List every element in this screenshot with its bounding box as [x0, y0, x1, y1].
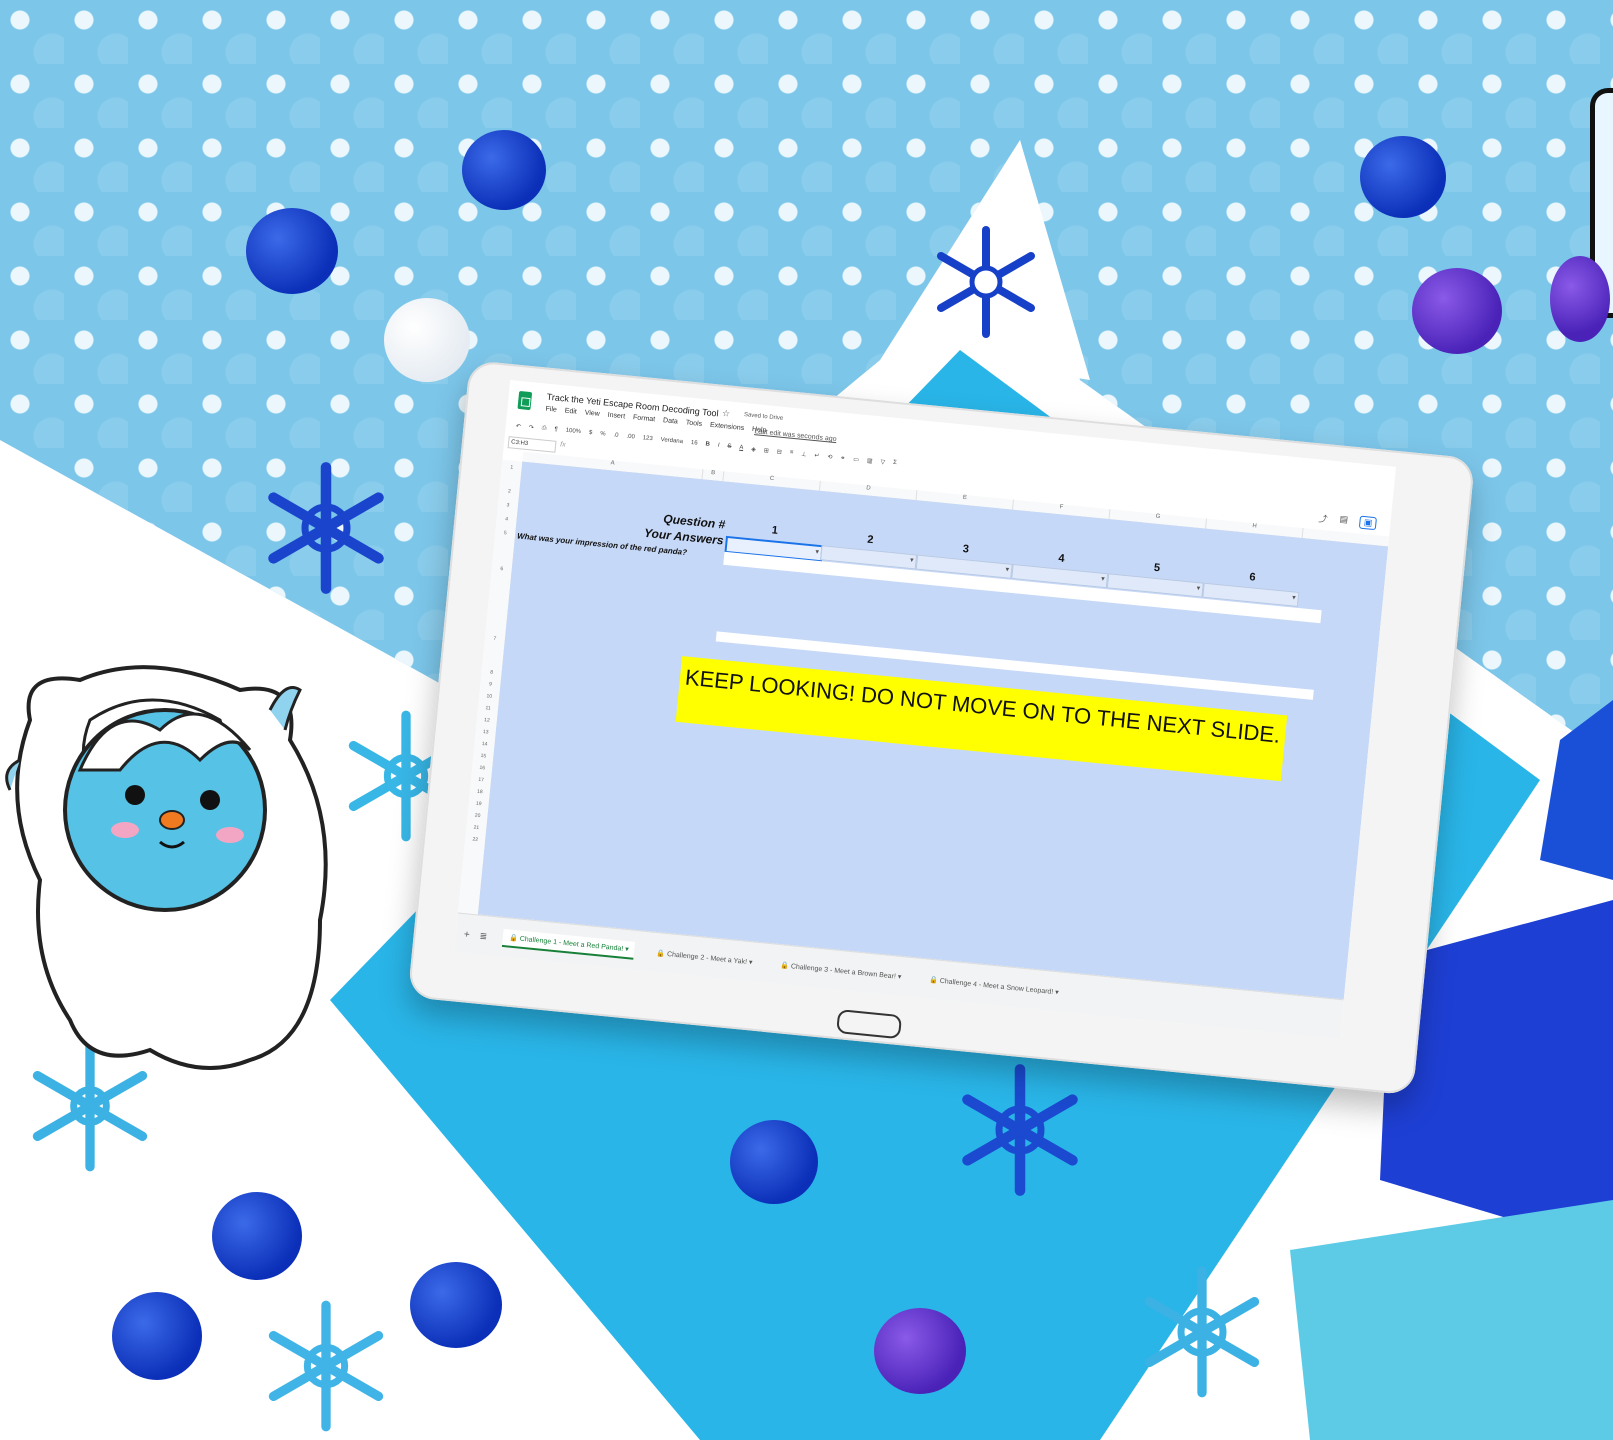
blue-pompom: [1360, 136, 1446, 218]
italic-button[interactable]: I: [717, 443, 719, 449]
align-icon[interactable]: ≡: [790, 450, 794, 456]
redo-icon[interactable]: ↷: [528, 424, 534, 431]
functions-button[interactable]: Σ: [893, 460, 897, 466]
number-format-button[interactable]: 123: [642, 435, 653, 442]
yeti-sticker-icon: [5, 665, 328, 1070]
text-color-button[interactable]: A: [739, 445, 744, 451]
blue-pompom: [730, 1120, 818, 1204]
star-icon[interactable]: ☆: [721, 408, 731, 420]
purple-pompom: [1550, 256, 1610, 342]
menu-extensions[interactable]: Extensions: [710, 422, 745, 432]
undo-icon[interactable]: ↶: [515, 422, 521, 429]
fx-label: fx: [559, 441, 566, 449]
zoom-select[interactable]: 100%: [565, 428, 581, 435]
saved-status: Saved to Drive: [743, 412, 784, 422]
glitter-snowflake-icon: [268, 462, 384, 594]
tab-label: Challenge 2 - Meet a Yak!: [666, 951, 748, 966]
print-icon[interactable]: ⎙: [541, 425, 546, 432]
row-header[interactable]: 4: [496, 515, 516, 523]
purple-pompom: [1412, 268, 1502, 354]
glitter-snowflake-icon: [937, 226, 1035, 338]
row-header[interactable]: 1: [501, 464, 521, 472]
tab-label: Challenge 1 - Meet a Red Panda!: [519, 935, 624, 953]
purple-pompom: [874, 1308, 966, 1394]
rotate-icon[interactable]: ⟲: [827, 453, 833, 460]
currency-button[interactable]: $: [589, 430, 593, 436]
last-edit-link[interactable]: Last edit was seconds ago: [754, 428, 837, 443]
comment-icon[interactable]: ▭: [853, 455, 859, 463]
link-icon[interactable]: ⚭: [840, 454, 846, 461]
blue-pompom: [112, 1292, 202, 1380]
row-header[interactable]: 2: [499, 488, 519, 496]
percent-button[interactable]: %: [600, 431, 606, 437]
row-header[interactable]: 10: [479, 693, 499, 701]
tab-challenge-4[interactable]: 🔒 Challenge 4 - Meet a Snow Leopard! ▾: [922, 971, 1065, 1001]
menu-insert[interactable]: Insert: [607, 412, 625, 421]
activity-icon[interactable]: ⤴: [1318, 512, 1328, 526]
row-header[interactable]: 8: [481, 669, 501, 677]
row-header[interactable]: 16: [472, 764, 492, 772]
menu-format[interactable]: Format: [633, 414, 656, 423]
tab-challenge-2[interactable]: 🔒 Challenge 2 - Meet a Yak! ▾: [650, 944, 759, 971]
white-pompom: [384, 298, 470, 382]
row-header[interactable]: 18: [470, 788, 490, 796]
filter-icon[interactable]: ▽: [880, 458, 885, 465]
blue-pompom: [212, 1192, 302, 1280]
menu-view[interactable]: View: [584, 409, 600, 417]
row-header[interactable]: 11: [478, 704, 498, 712]
all-sheets-icon[interactable]: ≣: [479, 930, 487, 942]
blue-pompom: [462, 130, 546, 210]
tab-label: Challenge 3 - Meet a Brown Bear!: [790, 963, 897, 981]
paint-format-icon[interactable]: ¶: [554, 427, 558, 433]
present-icon[interactable]: ▣: [1359, 515, 1377, 531]
menu-tools[interactable]: Tools: [685, 419, 702, 428]
row-header[interactable]: 6: [492, 565, 512, 573]
borders-icon[interactable]: ⊞: [764, 447, 770, 454]
row-header[interactable]: 13: [475, 728, 495, 736]
tablet-screen: Track the Yeti Escape Room Decoding Tool…: [454, 380, 1396, 1040]
sheet-grid[interactable]: Question # Your Answers 1 2 3 4 5 6 What…: [477, 461, 1389, 1000]
font-size-select[interactable]: 16: [691, 440, 698, 447]
row-header[interactable]: 12: [477, 716, 497, 724]
blue-pompom: [246, 208, 338, 294]
row-header[interactable]: 14: [474, 740, 494, 748]
glitter-snowflake-icon: [268, 1300, 384, 1432]
add-sheet-icon[interactable]: +: [463, 929, 470, 941]
row-header[interactable]: 7: [485, 635, 505, 643]
strikethrough-button[interactable]: S: [727, 444, 732, 450]
increase-decimal-button[interactable]: .00: [626, 434, 635, 441]
comments-icon[interactable]: ▤: [1339, 514, 1348, 528]
row-header[interactable]: 19: [468, 800, 488, 808]
glitter-snowflake-icon: [1144, 1266, 1260, 1398]
home-button[interactable]: [836, 1009, 903, 1040]
feedback-banner: KEEP LOOKING! DO NOT MOVE ON TO THE NEXT…: [675, 656, 1288, 782]
merge-cells-icon[interactable]: ⊟: [776, 448, 782, 455]
chart-icon[interactable]: ▥: [867, 457, 873, 465]
name-box[interactable]: C3:H3: [507, 436, 557, 453]
row-header[interactable]: 3: [498, 501, 518, 509]
tab-label: Challenge 4 - Meet a Snow Leopard!: [939, 977, 1054, 996]
row-header[interactable]: 5: [495, 529, 515, 537]
wrap-icon[interactable]: ↵: [814, 452, 820, 459]
row-header[interactable]: 9: [480, 681, 500, 689]
row-header[interactable]: 22: [465, 836, 485, 844]
sheets-logo-icon[interactable]: [517, 390, 533, 411]
row-header[interactable]: 17: [471, 776, 491, 784]
decrease-decimal-button[interactable]: .0: [613, 432, 619, 438]
menu-data[interactable]: Data: [663, 417, 678, 425]
menu-edit[interactable]: Edit: [564, 408, 577, 416]
tablet-device: Track the Yeti Escape Room Decoding Tool…: [407, 360, 1476, 1096]
glitter-snowflake-icon: [962, 1064, 1078, 1196]
bold-button[interactable]: B: [705, 441, 710, 447]
font-select[interactable]: Verdana: [660, 437, 683, 445]
row-header[interactable]: 15: [473, 752, 493, 760]
fill-color-icon[interactable]: ◈: [751, 445, 756, 452]
blue-pompom: [410, 1262, 502, 1348]
vertical-align-icon[interactable]: ⊥: [801, 450, 807, 457]
menu-file[interactable]: File: [545, 406, 557, 414]
row-header[interactable]: 21: [466, 824, 486, 832]
tab-challenge-1[interactable]: 🔒 Challenge 1 - Meet a Red Panda! ▾: [502, 929, 636, 960]
row-header[interactable]: 20: [467, 812, 487, 820]
tab-challenge-3[interactable]: 🔒 Challenge 3 - Meet a Brown Bear! ▾: [774, 957, 909, 986]
